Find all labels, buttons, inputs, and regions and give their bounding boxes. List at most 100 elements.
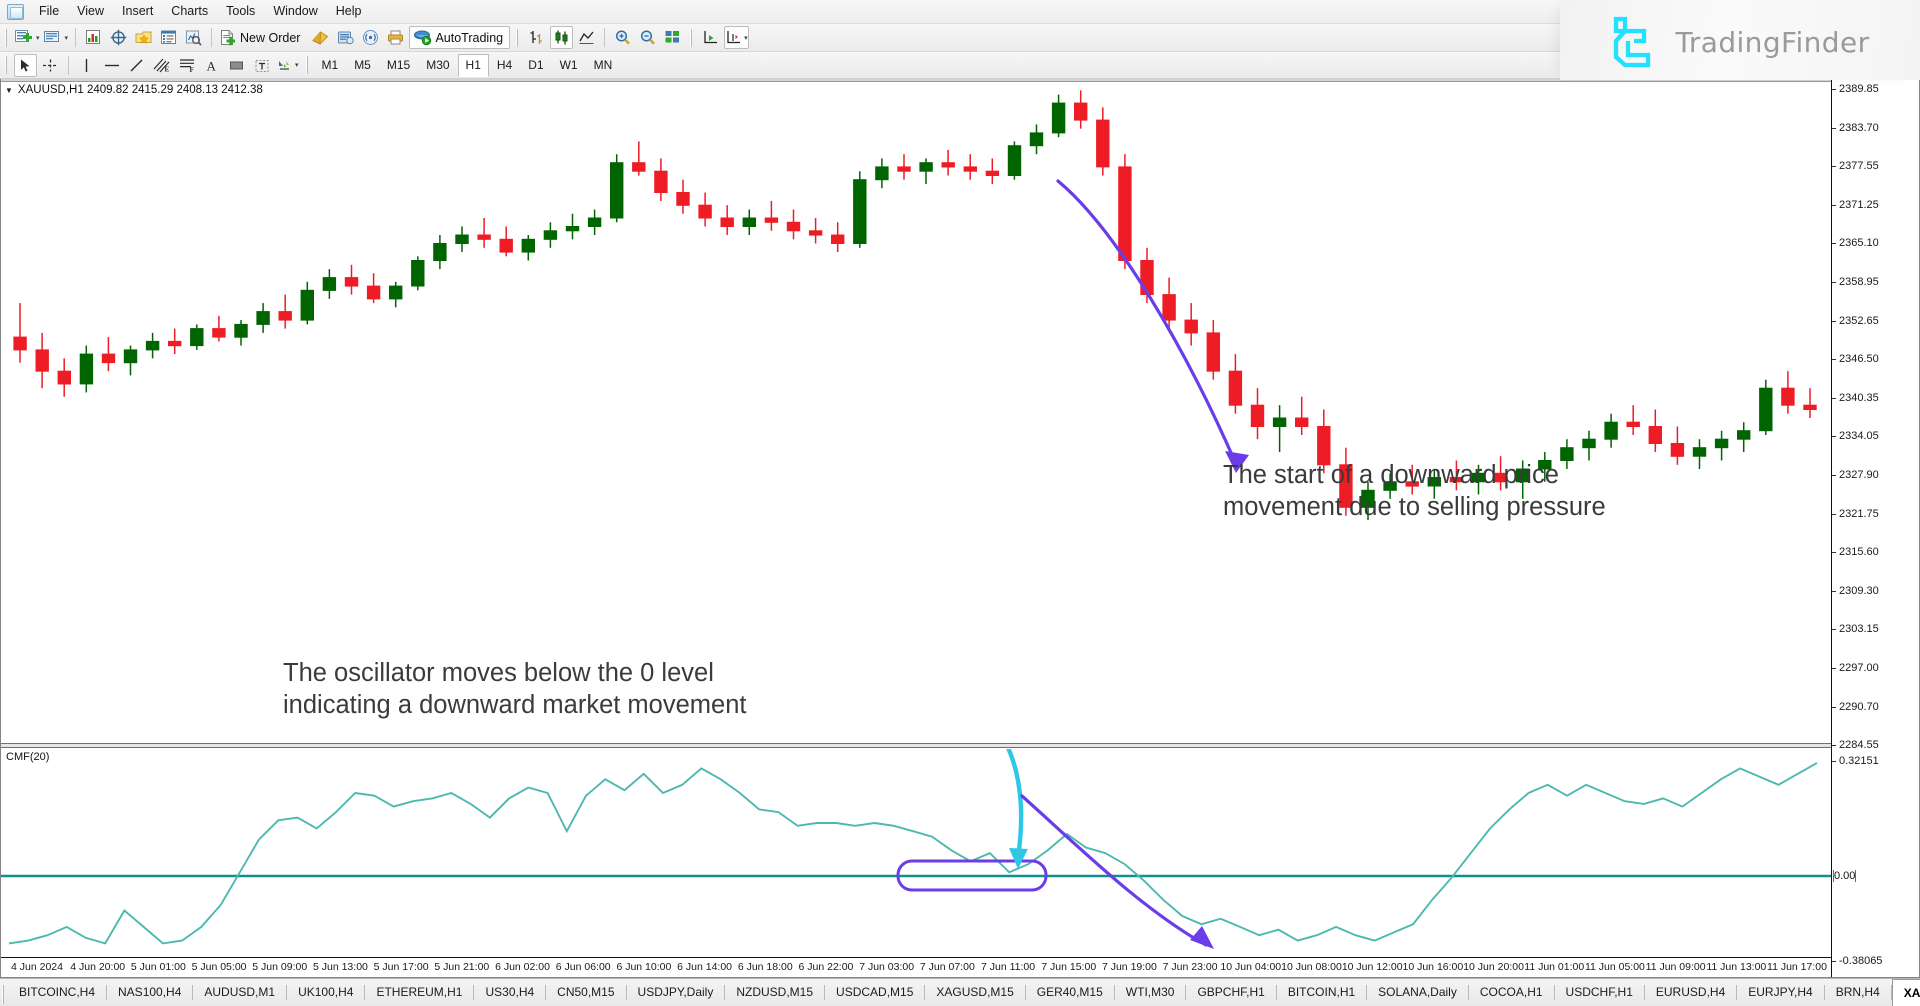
profiles-button[interactable]: ▾: [43, 26, 70, 49]
chart-tab-cn50-m15[interactable]: CN50,M15: [546, 980, 625, 1006]
new-chart-button[interactable]: ▾: [14, 26, 41, 49]
chart-tab-uk100-h4[interactable]: UK100,H4: [287, 980, 364, 1006]
data-window-button[interactable]: [132, 26, 155, 49]
timeframe-mn[interactable]: MN: [586, 54, 621, 77]
horizontal-line-tool-button[interactable]: [100, 54, 123, 77]
drawing-toolbar-grip[interactable]: [3, 55, 10, 75]
chart-tab-usdjpy-daily[interactable]: USDJPY,Daily: [627, 980, 725, 1006]
timeframe-d1[interactable]: D1: [520, 54, 551, 77]
time-tick: 5 Jun 09:00: [252, 961, 308, 973]
timeframe-m5[interactable]: M5: [346, 54, 379, 77]
trendline-tool-button[interactable]: [125, 54, 148, 77]
menu-item-view[interactable]: View: [68, 1, 113, 22]
chart-shift-caret[interactable]: ▾: [744, 34, 748, 42]
chart-tab-xauusd-h1[interactable]: XAUUSD,H1: [1891, 979, 1920, 1006]
candlestick-chart-button[interactable]: [550, 26, 574, 49]
auto-scroll-button[interactable]: [699, 26, 722, 49]
chart-tab-usdcad-m15[interactable]: USDCAD,M15: [825, 980, 924, 1006]
toolbar-grip-3[interactable]: [688, 28, 695, 48]
text-label-tool-button[interactable]: A: [200, 54, 223, 77]
chart-tab-bitcoinc-h4[interactable]: BITCOINC,H4: [8, 980, 106, 1006]
strategy-tester-button[interactable]: [182, 26, 205, 49]
terminal-button[interactable]: [157, 26, 180, 49]
timeframe-w1[interactable]: W1: [552, 54, 586, 77]
menu-item-window[interactable]: Window: [264, 1, 326, 22]
oscillator-annotation-line2: indicating a downward market movement: [283, 691, 747, 720]
mql5-community-button[interactable]: [334, 26, 357, 49]
candle-body: [13, 336, 27, 351]
timeframe-m30[interactable]: M30: [418, 54, 457, 77]
chart-tab-eurusd-h4[interactable]: EURUSD,H4: [1645, 980, 1736, 1006]
menu-item-file[interactable]: File: [30, 1, 68, 22]
autotrading-button[interactable]: AutoTrading: [409, 26, 511, 49]
new-order-label[interactable]: New Order: [237, 31, 306, 45]
chart-window[interactable]: ▼ XAUUSD,H1 2409.82 2415.29 2408.13 2412…: [0, 79, 1920, 978]
crosshair-tool-button[interactable]: [39, 54, 62, 77]
arrows-caret[interactable]: ▾: [295, 61, 299, 69]
timeframe-m1[interactable]: M1: [314, 54, 347, 77]
chart-tab-solana-daily[interactable]: SOLANA,Daily: [1367, 980, 1468, 1006]
tile-windows-button[interactable]: [661, 26, 684, 49]
chart-tab-eurjpy-h4[interactable]: EURJPY,H4: [1737, 980, 1823, 1006]
price-tick-label: 2309.30: [1839, 584, 1879, 597]
chart-tab-usdchf-h1[interactable]: USDCHF,H1: [1555, 980, 1644, 1006]
text-tool-button[interactable]: [250, 54, 273, 77]
toolbar-grip-2[interactable]: [514, 28, 521, 48]
price-tick: 2358.95: [1832, 276, 1879, 288]
chart-tab-ger40-m15[interactable]: GER40,M15: [1026, 980, 1114, 1006]
menu-item-insert[interactable]: Insert: [113, 1, 162, 22]
vertical-line-tool-button[interactable]: [75, 54, 98, 77]
zoom-out-button[interactable]: [636, 26, 659, 49]
autotrading-label[interactable]: AutoTrading: [432, 31, 509, 45]
navigator-button[interactable]: [107, 26, 130, 49]
cmf-indicator-plot: [1, 749, 1833, 949]
chart-tab-nzdusd-m15[interactable]: NZDUSD,M15: [725, 980, 824, 1006]
market-watch-button[interactable]: [82, 26, 105, 49]
new-order-button[interactable]: New Order: [218, 26, 307, 49]
fibonacci-retracement-tool-button[interactable]: F: [175, 54, 198, 77]
publish-button[interactable]: [359, 26, 382, 49]
chart-tab-ethereum-h1[interactable]: ETHEREUM,H1: [365, 980, 473, 1006]
text-box-tool-button[interactable]: [225, 54, 248, 77]
zoom-in-button[interactable]: [611, 26, 634, 49]
chart-tab-bitcoin-h1[interactable]: BITCOIN,H1: [1277, 980, 1366, 1006]
candle-body: [366, 285, 381, 300]
toolbar-grip[interactable]: [3, 28, 10, 48]
panel-divider[interactable]: [1, 743, 1919, 748]
price-axis[interactable]: 0.00 2389.85 2383.70 2377.55 2371.25 2365.10…: [1831, 79, 1919, 977]
time-tick: 7 Jun 03:00: [859, 961, 915, 973]
timeframe-m15[interactable]: M15: [379, 54, 418, 77]
print-button[interactable]: [384, 26, 407, 49]
tab-bar-grip[interactable]: [0, 982, 8, 1006]
chart-tab-us30-h4[interactable]: US30,H4: [474, 980, 545, 1006]
chart-collapse-icon[interactable]: ▼: [5, 86, 13, 95]
candle-body: [256, 311, 270, 325]
metaeditor-button[interactable]: [309, 26, 332, 49]
new-chart-caret[interactable]: ▾: [36, 34, 40, 42]
candle-body: [145, 340, 160, 351]
menu-item-charts[interactable]: Charts: [162, 1, 217, 22]
time-axis[interactable]: 4 Jun 2024 4 Jun 20:00 5 Jun 01:00 5 Jun 05…: [1, 957, 1831, 977]
timeframe-grip[interactable]: [304, 55, 311, 75]
chart-shift-button[interactable]: ▾: [724, 26, 749, 49]
equidistant-channel-tool-button[interactable]: E: [150, 54, 173, 77]
chart-tab-audusd-m1[interactable]: AUDUSD,M1: [193, 980, 286, 1006]
profiles-caret[interactable]: ▾: [65, 34, 69, 42]
time-tick: 5 Jun 13:00: [312, 961, 368, 973]
menu-item-tools[interactable]: Tools: [217, 1, 264, 22]
chart-tab-brn-h4[interactable]: BRN,H4: [1825, 980, 1891, 1006]
timeframe-h4[interactable]: H4: [489, 54, 520, 77]
candle-body: [1670, 443, 1685, 457]
bar-chart-button[interactable]: [525, 26, 548, 49]
chart-tab-xagusd-m15[interactable]: XAGUSD,M15: [925, 980, 1024, 1006]
arrows-tool-button[interactable]: ▾: [275, 54, 300, 77]
chart-tab-gbpchf-h1[interactable]: GBPCHF,H1: [1186, 980, 1275, 1006]
price-tick: 2297.00: [1832, 662, 1879, 674]
chart-tab-wti-m30[interactable]: WTI,M30: [1115, 980, 1186, 1006]
cursor-tool-button[interactable]: [14, 53, 37, 77]
timeframe-h1[interactable]: H1: [457, 53, 489, 77]
chart-tab-cocoa-h1[interactable]: COCOA,H1: [1469, 980, 1554, 1006]
menu-item-help[interactable]: Help: [327, 1, 371, 22]
line-chart-button[interactable]: [575, 26, 598, 49]
chart-tab-nas100-h4[interactable]: NAS100,H4: [107, 980, 192, 1006]
